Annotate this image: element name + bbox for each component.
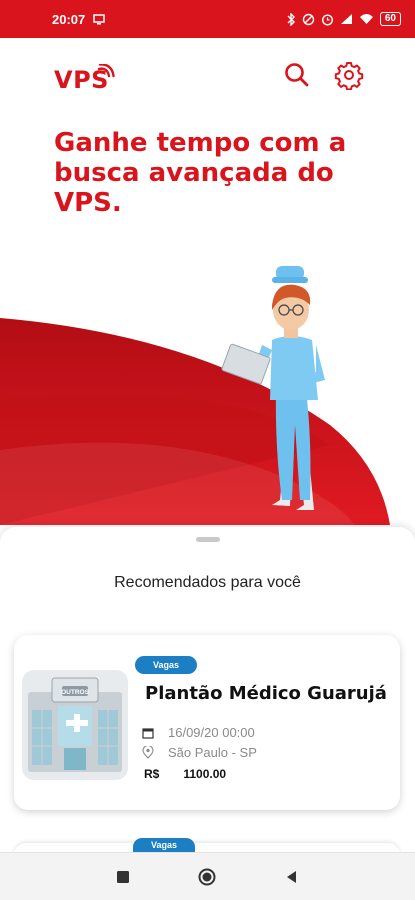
building-sign: OUTROS bbox=[61, 689, 89, 696]
category-tag: Vagas bbox=[135, 656, 198, 674]
recent-apps-icon[interactable] bbox=[113, 867, 133, 887]
battery-indicator: 60 bbox=[379, 12, 401, 26]
home-icon[interactable] bbox=[197, 867, 217, 887]
category-tag: Vagas bbox=[133, 838, 196, 852]
date-row: 16/09/20 00:00 bbox=[142, 725, 255, 740]
location-pin-icon bbox=[142, 746, 154, 759]
status-time: 20:07 bbox=[52, 11, 86, 27]
system-nav-bar bbox=[0, 852, 415, 900]
app-header: VPS bbox=[0, 38, 415, 118]
calendar-icon bbox=[142, 727, 154, 739]
search-icon[interactable] bbox=[282, 60, 312, 90]
sheet-drag-handle[interactable] bbox=[196, 537, 220, 542]
recommendations-sheet: Recomendados para você OUTROS Vagas Plan… bbox=[0, 527, 415, 855]
job-price: 1100.00 bbox=[183, 767, 227, 781]
wifi-icon bbox=[359, 14, 373, 24]
location-row: São Paulo - SP bbox=[142, 745, 257, 760]
hero-illustration bbox=[0, 266, 390, 525]
hero-headline: Ganhe tempo com a busca avançada do VPS. bbox=[54, 128, 347, 218]
alarm-icon bbox=[321, 13, 333, 26]
gear-icon[interactable] bbox=[334, 60, 364, 90]
job-card[interactable]: OUTROS Vagas Plantão Médico Guarujá 16/0… bbox=[14, 635, 400, 810]
hospital-building-image: OUTROS bbox=[22, 670, 128, 780]
signal-icon bbox=[340, 14, 352, 24]
logo-signal-icon bbox=[97, 64, 115, 78]
screen-icon bbox=[93, 13, 105, 24]
job-title: Plantão Médico Guarujá bbox=[145, 683, 387, 704]
back-icon[interactable] bbox=[282, 867, 302, 887]
dnd-icon bbox=[302, 13, 315, 25]
price-row: R$ 1100.00 bbox=[144, 767, 226, 781]
job-location: São Paulo - SP bbox=[168, 745, 257, 760]
sheet-title: Recomendados para você bbox=[114, 574, 301, 591]
bluetooth-icon bbox=[287, 12, 295, 26]
job-date: 16/09/20 00:00 bbox=[168, 725, 255, 740]
status-bar: 20:07 60 bbox=[0, 0, 415, 38]
currency-label: R$ bbox=[144, 767, 160, 781]
